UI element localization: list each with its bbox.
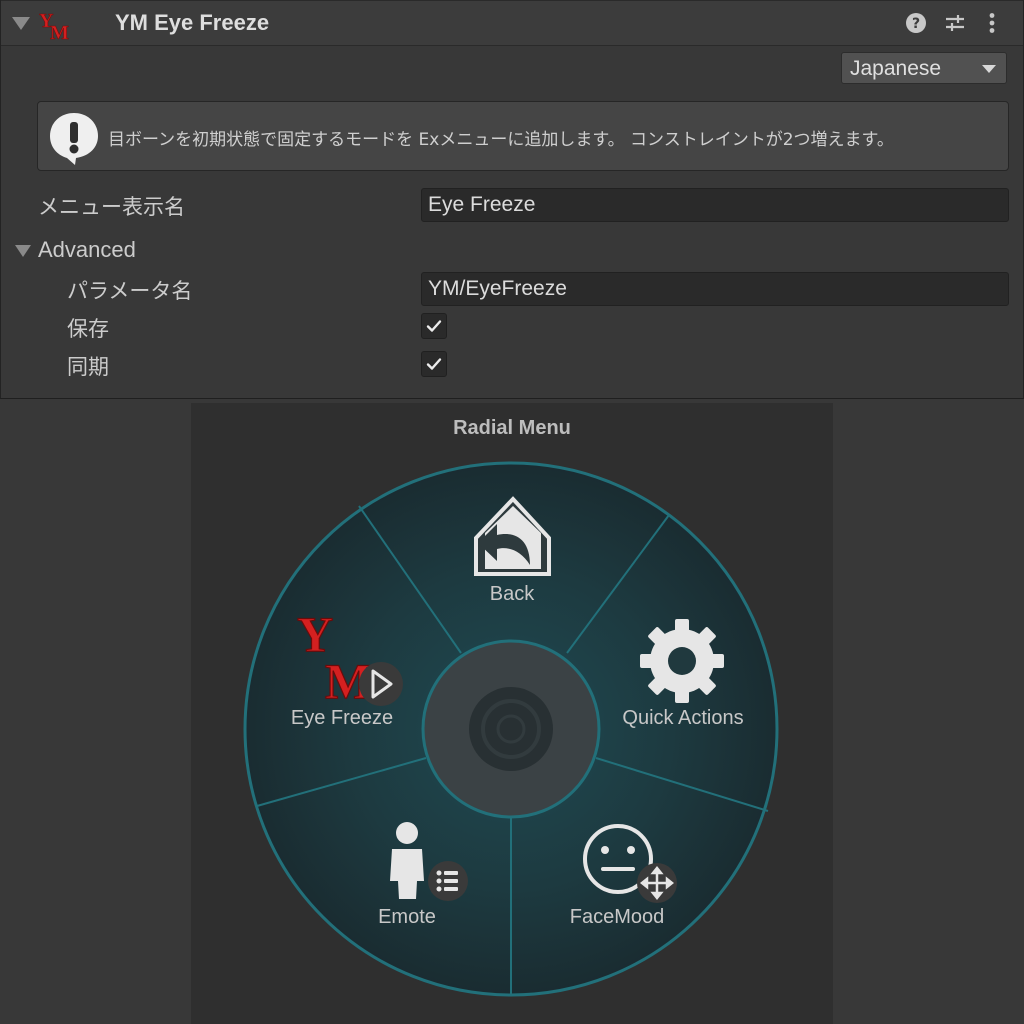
saved-label: 保存 — [67, 317, 109, 341]
menu-name-field[interactable]: Eye Freeze — [421, 188, 1009, 222]
radial-item-quick-actions-label: Quick Actions — [622, 707, 744, 729]
parameter-name-label: パラメータ名 — [67, 279, 193, 303]
help-message: 目ボーンを初期状態で固定するモードを Exメニューに追加します。 コンストレイン… — [108, 130, 894, 150]
svg-text:?: ? — [912, 16, 920, 32]
language-value: Japanese — [850, 57, 942, 80]
advanced-foldout-arrow-icon[interactable] — [15, 245, 31, 257]
synced-label: 同期 — [67, 355, 109, 379]
component-title: YM Eye Freeze — [115, 10, 270, 35]
more-options-icon[interactable] — [980, 11, 1004, 35]
advanced-foldout-label[interactable]: Advanced — [38, 237, 136, 263]
menu-name-value: Eye Freeze — [428, 193, 536, 216]
help-box: 目ボーンを初期状態で固定するモードを Exメニューに追加します。 コンストレイン… — [37, 101, 1009, 171]
radial-item-eye-freeze-label: Eye Freeze — [290, 707, 394, 729]
saved-checkbox[interactable] — [421, 313, 447, 339]
parameter-name-field[interactable]: YM/EyeFreeze — [421, 272, 1009, 306]
chevron-down-icon — [982, 65, 996, 73]
menu-name-label: メニュー表示名 — [38, 195, 185, 219]
radial-item-emote-label: Emote — [378, 906, 436, 928]
help-icon[interactable]: ? — [904, 11, 928, 35]
radial-menu-panel: Radial Menu Y M Back Quick Actions FaceM… — [191, 403, 833, 1024]
checkmark-icon — [426, 320, 442, 332]
synced-checkbox[interactable] — [421, 351, 447, 377]
radial-item-back-label: Back — [489, 583, 535, 605]
gear-icon[interactable] — [640, 619, 724, 703]
ym-logo-icon: Y M — [39, 10, 70, 41]
component-header[interactable]: Y M YM Eye Freeze ? — [1, 0, 1023, 46]
svg-text:M: M — [50, 22, 69, 41]
parameter-name-value: YM/EyeFreeze — [428, 277, 567, 300]
warning-bubble-icon — [50, 113, 98, 165]
foldout-arrow-icon[interactable] — [12, 17, 30, 30]
inspector-panel: Y M YM Eye Freeze ? Japanese 目ボーンを初期状態で固… — [0, 0, 1024, 399]
presets-icon[interactable] — [943, 11, 967, 35]
checkmark-icon — [426, 358, 442, 370]
language-dropdown[interactable]: Japanese — [841, 52, 1007, 84]
radial-item-facemood-label: FaceMood — [569, 906, 665, 928]
